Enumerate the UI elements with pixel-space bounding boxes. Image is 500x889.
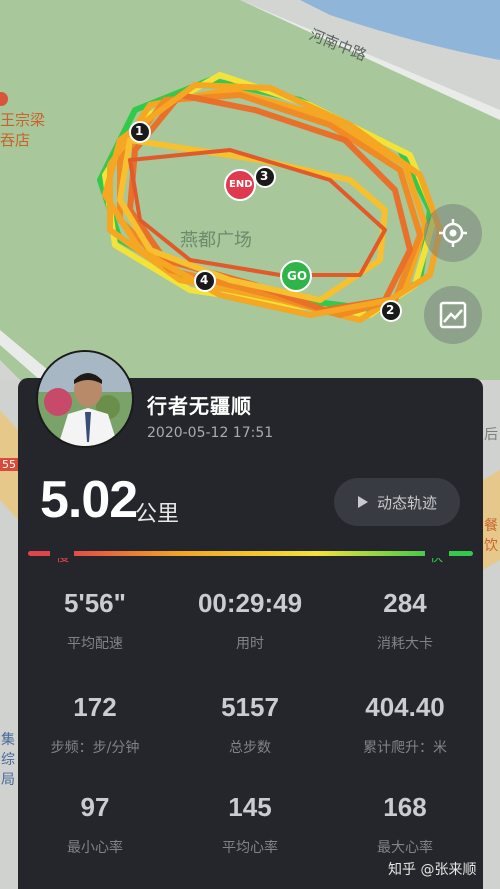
stat-cadence: 172 步频：步/分钟 [20, 692, 170, 757]
start-marker-label: GO [287, 269, 308, 283]
poi-label-line: 王宗梁 [0, 111, 46, 129]
poi-label-line: 吞店 [0, 131, 31, 149]
workout-datetime: 2020-05-12 17:51 [147, 425, 274, 441]
stat-avg-heart-rate: 145 平均心率 [175, 792, 325, 857]
km-marker-label: 2 [386, 303, 395, 317]
stat-calories: 284 消耗大卡 [330, 588, 480, 653]
pace-bar-gap-right [425, 549, 449, 558]
pace-bar-gap-left [50, 549, 74, 558]
stat-duration: 00:29:49 用时 [175, 588, 325, 653]
stat-value: 145 [228, 792, 272, 822]
user-name: 行者无疆顺 [147, 394, 252, 418]
replay-track-label: 动态轨迹 [376, 493, 437, 512]
park-label: 燕都广场 [180, 230, 252, 251]
pace-gradient-bar [28, 551, 473, 556]
stat-min-heart-rate: 97 最小心率 [20, 792, 170, 857]
poi-side-label: 餐饮 [484, 518, 498, 554]
stat-value: 97 [80, 792, 110, 822]
poi-label: 王宗梁 吞店 [0, 110, 45, 150]
stat-avg-pace: 5'56" 平均配速 [20, 588, 170, 653]
stat-value: 172 [73, 692, 117, 722]
km-marker-label: 4 [200, 273, 209, 287]
stat-label: 最大心率 [377, 840, 433, 856]
stat-label: 最小心率 [67, 840, 123, 856]
stat-label: 用时 [236, 636, 264, 652]
avatar[interactable] [36, 350, 134, 448]
poi-side-label: 后 [484, 427, 498, 443]
poi-side-label: 集 综 局 [1, 732, 15, 788]
locate-icon [439, 219, 467, 247]
km-marker-label: 1 [135, 124, 144, 138]
stat-value: 5'56" [64, 588, 126, 618]
distance-unit: 公里 [135, 502, 180, 527]
stat-label: 平均配速 [67, 636, 123, 652]
locate-button[interactable] [424, 204, 482, 262]
stat-label: 步频：步/分钟 [50, 740, 140, 756]
stat-value: 5157 [221, 692, 279, 722]
image-icon [439, 301, 467, 329]
stat-label: 累计爬升：米 [363, 740, 447, 756]
stat-label: 消耗大卡 [377, 636, 433, 652]
end-marker-label: END [229, 179, 253, 190]
distance-value: 5.02 [40, 471, 138, 529]
stat-elevation-gain: 404.40 累计爬升：米 [330, 692, 480, 757]
stat-total-steps: 5157 总步数 [175, 692, 325, 757]
map-snapshot-button[interactable] [424, 286, 482, 344]
watermark: 知乎 @张来顺 [388, 862, 477, 878]
stat-max-heart-rate: 168 最大心率 [330, 792, 480, 857]
replay-track-button[interactable]: 动态轨迹 [334, 478, 460, 526]
play-icon [357, 496, 368, 508]
stat-value: 404.40 [365, 692, 445, 722]
avatar-image [38, 352, 132, 446]
stat-value: 284 [383, 588, 427, 618]
stat-label: 总步数 [229, 740, 271, 756]
road-number-label: 55 [0, 458, 18, 471]
stat-value: 00:29:49 [197, 588, 303, 618]
stat-label: 平均心率 [222, 840, 278, 856]
stat-value: 168 [383, 792, 427, 822]
km-marker-label: 3 [260, 169, 269, 183]
